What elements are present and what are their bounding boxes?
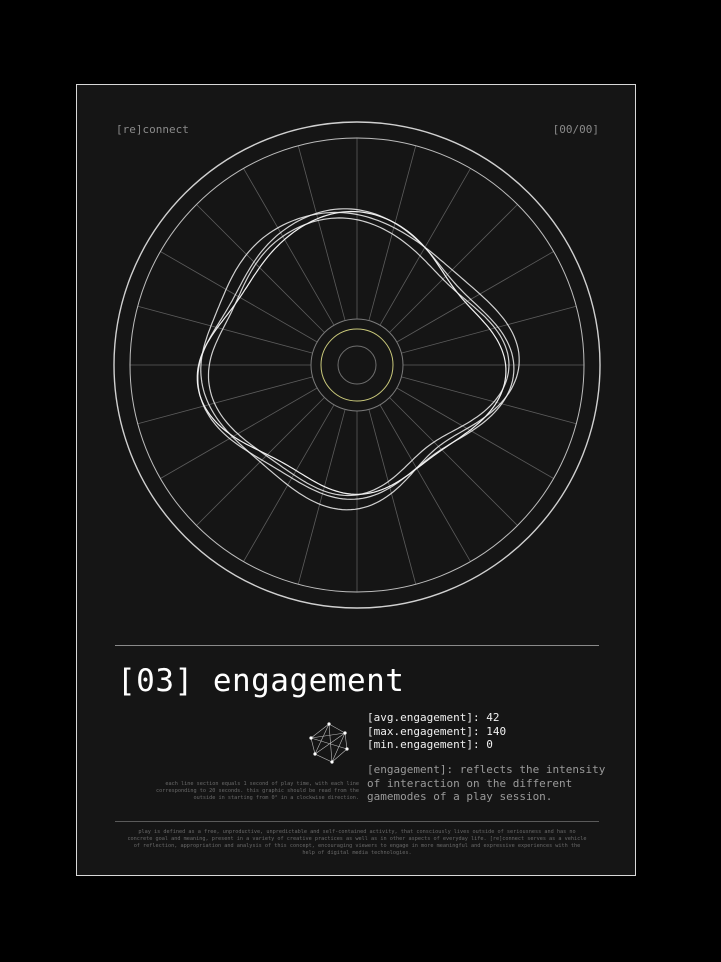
spoke-line <box>401 305 577 354</box>
stat-min: [min.engagement]: 0 <box>367 738 493 751</box>
spoke-line <box>160 387 318 479</box>
spoke-line <box>396 251 554 343</box>
divider-bottom <box>115 821 599 822</box>
footer-text: play is defined as a free, unproductive,… <box>127 829 587 856</box>
node-graph-icon <box>309 722 349 764</box>
spoke-line <box>297 145 346 321</box>
spoke-line <box>368 409 417 585</box>
poster: [re]connect [00/00] [03] engagement [avg… <box>76 84 636 876</box>
radial-graphic <box>113 121 601 609</box>
divider-top <box>115 645 599 646</box>
spoke-line <box>243 168 335 326</box>
spoke-line <box>243 404 335 562</box>
stats-block: [avg.engagement]: 42 [max.engagement]: 1… <box>367 711 506 752</box>
description-keyword: [engagement] <box>367 763 447 776</box>
spoke-line <box>389 397 518 526</box>
hub-circle <box>310 318 404 412</box>
description: [engagement]: reflects the intensity of … <box>367 763 607 804</box>
reading-instructions: each line section equals 1 second of pla… <box>155 781 359 801</box>
stat-max: [max.engagement]: 140 <box>367 724 507 738</box>
stat-avg: [avg.engagement]: 42 <box>367 711 500 724</box>
spoke-line <box>137 376 313 425</box>
spoke-line <box>401 376 577 425</box>
page-title: [03] engagement <box>117 663 405 699</box>
